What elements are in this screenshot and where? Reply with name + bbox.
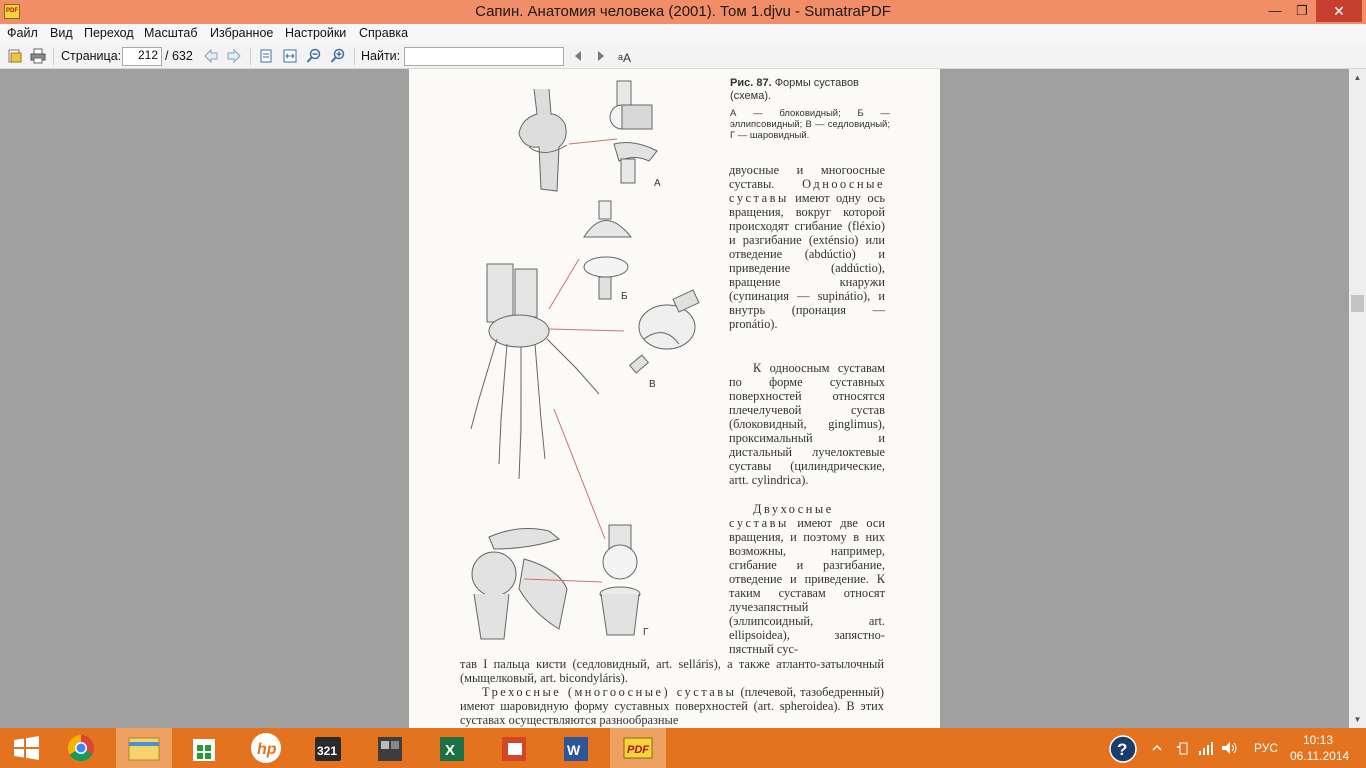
vertical-scrollbar[interactable]: ▲ ▼ bbox=[1349, 69, 1366, 728]
svg-text:hp: hp bbox=[257, 741, 277, 758]
scroll-down-arrow-icon[interactable]: ▼ bbox=[1349, 711, 1366, 728]
store-icon[interactable] bbox=[176, 728, 232, 768]
window-title: Сапин. Анатомия человека (2001). Том 1.d… bbox=[475, 3, 891, 20]
toolbar: Страница: 212 / 632 Найти: a A bbox=[0, 44, 1366, 69]
svg-text:321: 321 bbox=[317, 744, 337, 758]
menu-favorites[interactable]: Избранное bbox=[210, 26, 273, 40]
menu-settings[interactable]: Настройки bbox=[285, 26, 346, 40]
figure-letter-a: А bbox=[654, 178, 661, 189]
figure-letter-v: В bbox=[649, 379, 656, 390]
scroll-thumb[interactable] bbox=[1351, 295, 1364, 312]
hinge-joint-model-a bbox=[609, 80, 658, 184]
paragraph-biaxial: Двухосные суставы имеют две оси вращения… bbox=[729, 502, 885, 656]
taskbar: hp 321 X W PDF ? РУС 10:13 06.11.2014 bbox=[0, 728, 1366, 768]
find-previous-icon[interactable] bbox=[570, 48, 586, 64]
next-page-icon[interactable] bbox=[226, 48, 242, 64]
shoulder-drawing bbox=[471, 528, 568, 640]
print-icon[interactable] bbox=[30, 48, 46, 64]
figure-letter-g: Г bbox=[643, 627, 649, 638]
page-number-input[interactable]: 212 bbox=[122, 47, 162, 66]
file-explorer-icon[interactable] bbox=[116, 728, 172, 768]
elbow-joint-drawing bbox=[518, 88, 568, 192]
sumatrapdf-taskbar-icon[interactable]: PDF bbox=[610, 728, 666, 768]
menu-help[interactable]: Справка bbox=[359, 26, 408, 40]
word-icon[interactable]: W bbox=[548, 728, 604, 768]
excel-icon[interactable]: X bbox=[424, 728, 480, 768]
svg-text:PDF: PDF bbox=[627, 744, 649, 756]
paragraph-triaxial-term: Трехосные (многоосные) суставы bbox=[482, 685, 737, 699]
ball-joint-model-g bbox=[599, 524, 641, 636]
svg-text:A: A bbox=[623, 51, 631, 64]
clock-date[interactable]: 06.11.2014 bbox=[1290, 749, 1349, 763]
paragraph-biaxial-continued: тав I пальца кисти (седловидный, art. se… bbox=[460, 657, 884, 685]
clock-time[interactable]: 10:13 bbox=[1296, 733, 1340, 747]
svg-text:W: W bbox=[567, 742, 581, 758]
paragraph-uniaxial-body: имеют одну ось вращения, вокруг которой … bbox=[729, 191, 885, 331]
media-player-321-icon[interactable]: 321 bbox=[300, 728, 356, 768]
paragraph-triaxial: Трехосные (многоосные) суставы (плечевой… bbox=[460, 685, 884, 727]
menu-bar: Файл Вид Переход Масштаб Избранное Настр… bbox=[0, 24, 1366, 44]
minimize-button[interactable]: — bbox=[1262, 0, 1288, 22]
match-case-icon[interactable]: a A bbox=[617, 48, 633, 64]
camera-app-icon[interactable] bbox=[362, 728, 418, 768]
toolbar-separator bbox=[250, 48, 251, 65]
menu-file[interactable]: Файл bbox=[7, 26, 38, 40]
svg-text:X: X bbox=[445, 742, 455, 759]
ellipsoid-joint-model-b bbox=[583, 200, 633, 300]
menu-go[interactable]: Переход bbox=[84, 26, 134, 40]
paragraph-uniaxial: двуосные и многоосные суставы. Одноосные… bbox=[729, 163, 885, 359]
find-label: Найти: bbox=[361, 49, 401, 63]
open-folder-icon[interactable] bbox=[7, 48, 23, 64]
close-button[interactable]: ✕ bbox=[1316, 0, 1362, 22]
fit-page-icon[interactable] bbox=[258, 48, 274, 64]
menu-zoom[interactable]: Масштаб bbox=[144, 26, 197, 40]
figure-letter-b: Б bbox=[621, 291, 628, 302]
menu-view[interactable]: Вид bbox=[50, 26, 73, 40]
find-input[interactable] bbox=[404, 47, 564, 66]
zoom-out-icon[interactable] bbox=[306, 48, 322, 64]
scroll-up-arrow-icon[interactable]: ▲ bbox=[1349, 69, 1366, 86]
svg-text:?: ? bbox=[1117, 740, 1127, 759]
language-indicator[interactable]: РУС bbox=[1254, 741, 1278, 755]
document-page: А Б В Г Рис. 87. Формы суставов (схема).… bbox=[409, 69, 940, 728]
start-windows-icon[interactable] bbox=[0, 728, 56, 768]
toolbar-separator bbox=[53, 48, 54, 65]
page-total: / 632 bbox=[165, 49, 193, 63]
help-icon[interactable]: ? bbox=[1108, 734, 1138, 764]
previous-page-icon[interactable] bbox=[203, 48, 219, 64]
saddle-joint-model-v bbox=[628, 289, 700, 374]
show-hidden-icons-chevron-icon[interactable] bbox=[1152, 743, 1162, 753]
figure-legend: А — блоковидный; Б — эллипсовидный; В — … bbox=[730, 108, 890, 141]
maximize-button[interactable]: ❐ bbox=[1289, 0, 1315, 22]
title-bar: PDF Сапин. Анатомия человека (2001). Том… bbox=[0, 0, 1366, 24]
figure-caption-number: Рис. 87. bbox=[730, 77, 772, 89]
find-next-icon[interactable] bbox=[593, 48, 609, 64]
powerpoint-icon[interactable] bbox=[486, 728, 542, 768]
volume-icon[interactable] bbox=[1221, 740, 1239, 756]
page-label: Страница: bbox=[61, 49, 122, 63]
joint-forms-illustration: А Б В Г bbox=[470, 80, 700, 640]
chrome-icon[interactable] bbox=[56, 728, 112, 768]
network-signal-icon[interactable] bbox=[1198, 740, 1214, 756]
hp-icon[interactable]: hp bbox=[238, 728, 294, 768]
paragraph-biaxial-body: имеют две оси вращения, и поэтому в них … bbox=[729, 516, 885, 656]
zoom-in-icon[interactable] bbox=[330, 48, 346, 64]
toolbar-separator bbox=[354, 48, 355, 65]
figure-caption: Рис. 87. Формы суставов (схема). bbox=[730, 77, 890, 103]
document-viewport[interactable]: А Б В Г Рис. 87. Формы суставов (схема).… bbox=[0, 69, 1349, 728]
paragraph-uniaxial-types: К одноосным суставам по форме суставных … bbox=[729, 361, 885, 487]
power-plug-icon[interactable] bbox=[1175, 740, 1191, 756]
hand-drawing bbox=[470, 263, 600, 480]
fit-width-icon[interactable] bbox=[282, 48, 298, 64]
